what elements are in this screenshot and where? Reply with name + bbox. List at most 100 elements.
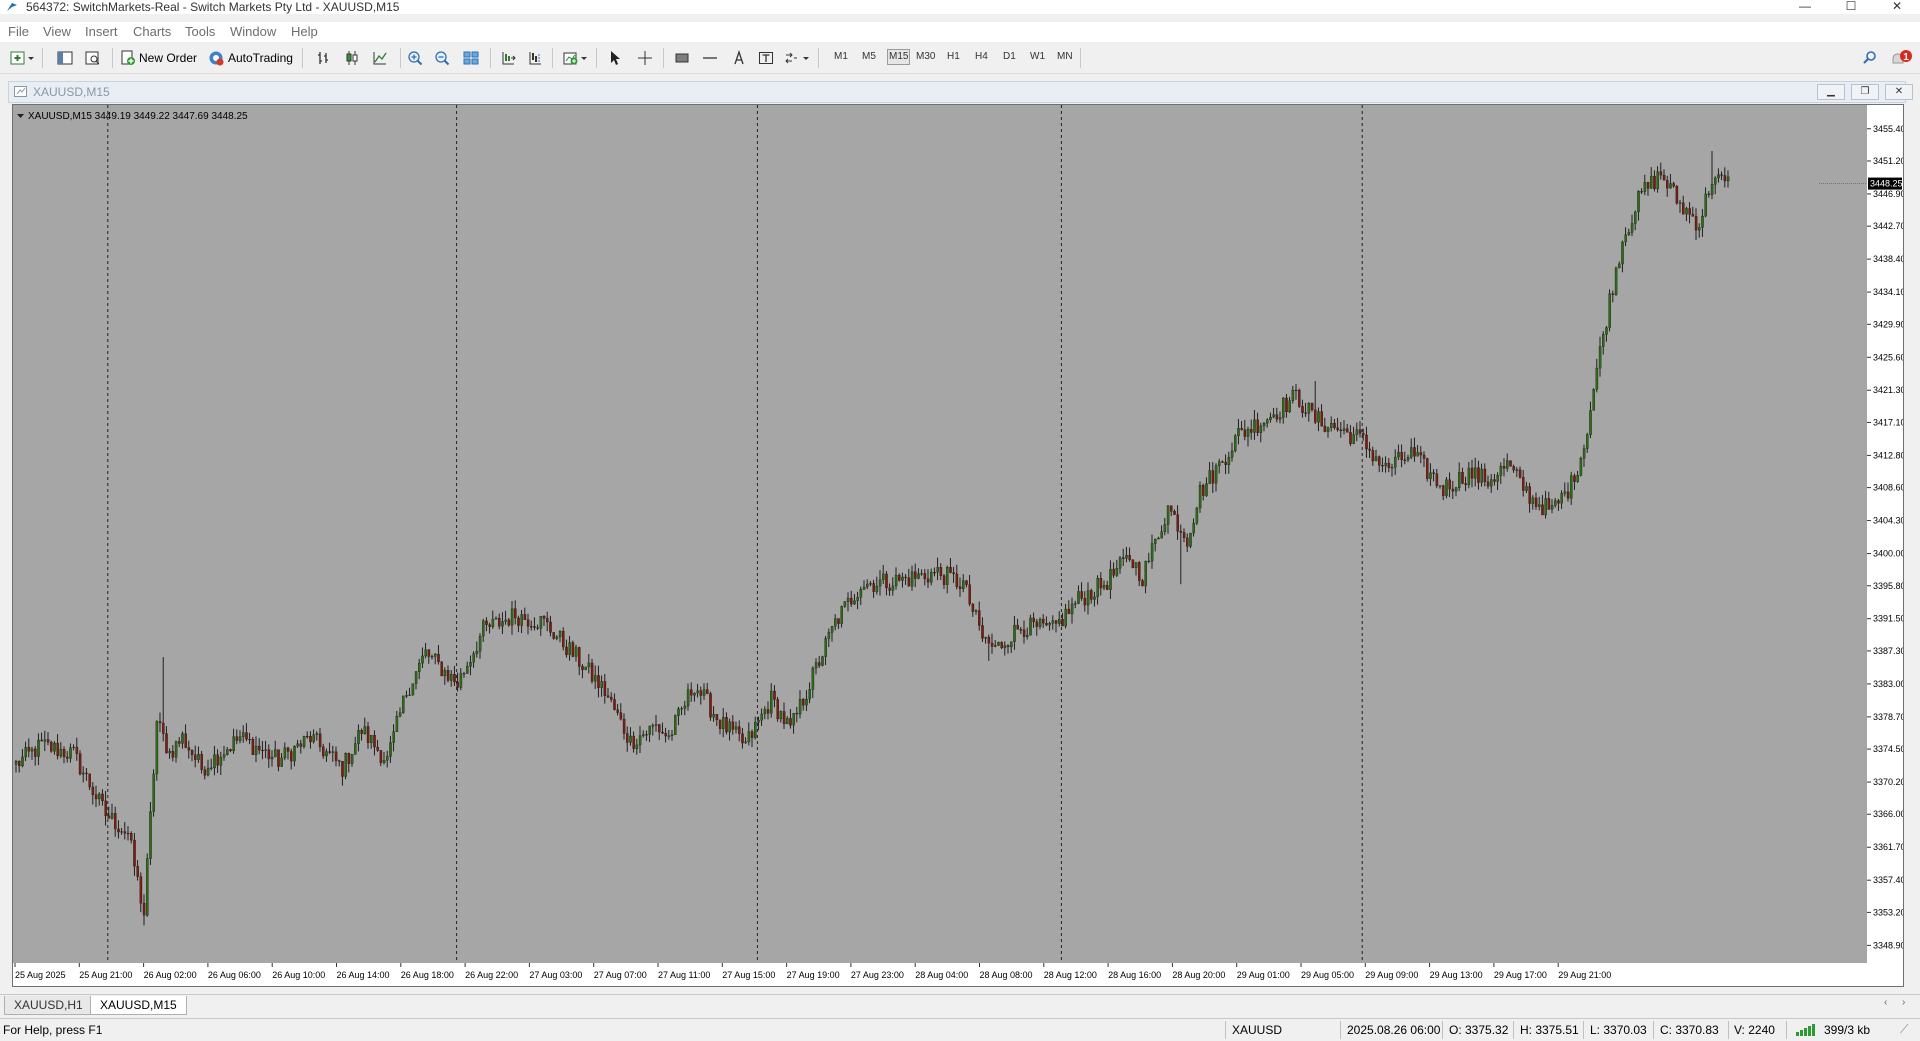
status-datetime: 2025.08.26 06:00 <box>1347 1023 1441 1037</box>
price-tick-label: 3353.20 <box>1873 907 1903 917</box>
chart-tabs: XAUUSD,H1 XAUUSD,M15 ‹ › <box>0 994 1920 1017</box>
price-tick-label: 3412.80 <box>1873 450 1903 460</box>
menu-window[interactable]: Window <box>230 24 276 39</box>
menu-insert[interactable]: Insert <box>85 24 118 39</box>
price-tick-label: 3455.40 <box>1873 124 1903 134</box>
price-tick-label: 3366.00 <box>1873 809 1903 819</box>
status-help-text: For Help, press F1 <box>3 1023 103 1037</box>
candle <box>1189 532 1192 549</box>
menu-charts[interactable]: Charts <box>133 24 171 39</box>
price-tick-label: 3434.10 <box>1873 287 1903 297</box>
tile-windows-button[interactable] <box>463 49 479 67</box>
status-bar: For Help, press F1 XAUUSD 2025.08.26 06:… <box>0 1018 1920 1041</box>
timeframe-m5[interactable]: M5 <box>862 51 876 62</box>
horizontal-line-button[interactable] <box>702 49 718 67</box>
minimize-button[interactable]: — <box>1782 0 1828 14</box>
candle <box>1234 433 1237 453</box>
time-tick-label: 29 Aug 17:00 <box>1494 970 1547 980</box>
new-chart-icon <box>10 51 34 65</box>
new-order-icon <box>121 50 135 65</box>
navigator-button[interactable] <box>84 49 102 67</box>
timeframe-w1[interactable]: W1 <box>1030 51 1045 62</box>
menu-help[interactable]: Help <box>291 24 318 39</box>
new-chart-button[interactable] <box>10 49 36 67</box>
autotrading-button[interactable]: AutoTrading <box>207 49 293 67</box>
timeframe-mn[interactable]: MN <box>1057 51 1073 62</box>
candle <box>1131 559 1135 569</box>
candle <box>411 683 415 696</box>
indicators-button[interactable] <box>563 49 589 67</box>
price-tick-label: 3370.20 <box>1873 777 1903 787</box>
bar-chart-icon <box>318 52 328 64</box>
price-chart[interactable]: 3455.40 3451.20 3446.90 3442.70 3438.40 3434.… <box>12 104 1904 987</box>
new-order-button[interactable]: New Order <box>120 49 197 67</box>
timeframe-m30[interactable]: M30 <box>916 51 935 62</box>
candle <box>1195 506 1199 526</box>
market-watch-button[interactable] <box>56 49 74 67</box>
arrows-icon <box>785 52 809 64</box>
price-tick-label: 3383.00 <box>1873 679 1903 689</box>
chart-canvas[interactable]: 3455.40 3451.20 3446.90 3442.70 3438.40 3434.… <box>13 105 1903 986</box>
cursor-tool-button[interactable] <box>607 49 623 67</box>
auto-scroll-button[interactable] <box>500 49 516 67</box>
menu-file[interactable]: File <box>8 24 29 39</box>
status-open: O: 3375.32 <box>1449 1023 1509 1037</box>
timeframe-d1[interactable]: D1 <box>1003 51 1016 62</box>
menu-bar: File View Insert Charts Tools Window Hel… <box>0 22 1920 42</box>
candle <box>1579 456 1583 477</box>
time-tick-label: 29 Aug 21:00 <box>1558 970 1611 980</box>
toolbar: New Order AutoTrading M1 M5 M15 M30 H1 H… <box>0 43 1920 74</box>
timeframe-h1[interactable]: H1 <box>947 51 960 62</box>
candle <box>552 632 555 640</box>
status-low: L: 3370.03 <box>1590 1023 1647 1037</box>
time-tick-label: 28 Aug 08:00 <box>980 970 1033 980</box>
timeframe-m15[interactable]: M15 <box>887 49 911 65</box>
chart-window-titlebar: XAUUSD,M15 ▁ ❐ ✕ <box>8 81 1913 103</box>
chart-restore-button[interactable]: ❐ <box>1851 84 1879 100</box>
candle <box>78 750 82 776</box>
resize-grip-icon[interactable]: ⟋ <box>1900 1022 1908 1037</box>
price-axis <box>1867 105 1903 963</box>
crosshair-tool-button[interactable] <box>637 49 653 67</box>
price-tick-label: 3387.30 <box>1873 646 1903 656</box>
zoom-in-button[interactable] <box>407 49 423 67</box>
text-tool-button[interactable] <box>731 49 747 67</box>
menu-tools[interactable]: Tools <box>185 24 215 39</box>
window-title: 564372: SwitchMarkets-Real - Switch Mark… <box>26 0 400 14</box>
price-tick-label: 3446.90 <box>1873 189 1903 199</box>
tab-xauusd-m15[interactable]: XAUUSD,M15 <box>90 996 187 1015</box>
tab-xauusd-h1[interactable]: XAUUSD,H1 <box>4 996 93 1015</box>
time-tick-label: 26 Aug 10:00 <box>272 970 325 980</box>
chart-minimize-button[interactable]: ▁ <box>1817 84 1845 100</box>
text-label-button[interactable] <box>758 49 774 67</box>
line-chart-button[interactable] <box>372 49 388 67</box>
tab-scroll-left-icon[interactable]: ‹ <box>1884 997 1887 1008</box>
search-button[interactable] <box>1862 49 1878 67</box>
timeframe-m1[interactable]: M1 <box>834 51 848 62</box>
search-icon <box>1863 51 1876 64</box>
candle <box>776 696 779 722</box>
candle <box>1298 388 1301 408</box>
zoom-out-button[interactable] <box>434 49 450 67</box>
close-button[interactable]: ✕ <box>1874 0 1920 14</box>
timeframe-h4[interactable]: H4 <box>975 51 988 62</box>
rectangle-tool-button[interactable] <box>674 49 690 67</box>
bar-chart-button[interactable] <box>316 49 332 67</box>
menu-view[interactable]: View <box>43 24 71 39</box>
chart-info-line: XAUUSD,M15 3449.19 3449.22 3447.69 3448.… <box>28 111 248 122</box>
candle <box>674 714 677 735</box>
chart-plot-area[interactable] <box>13 105 1867 963</box>
notifications-button[interactable]: 1 <box>1890 49 1914 67</box>
tab-scroll-right-icon[interactable]: › <box>1902 997 1905 1008</box>
arrows-tool-button[interactable] <box>784 49 812 67</box>
notification-bell-icon: 1 <box>1892 50 1912 64</box>
status-high: H: 3375.51 <box>1520 1023 1579 1037</box>
text-label-icon <box>759 52 773 64</box>
candle <box>1614 266 1618 296</box>
chart-close-button[interactable]: ✕ <box>1885 84 1913 100</box>
candle-chart-button[interactable] <box>344 49 360 67</box>
chart-shift-button[interactable] <box>527 49 543 67</box>
new-order-label: New Order <box>139 51 198 65</box>
price-tick-label: 3429.90 <box>1873 319 1903 329</box>
maximize-button[interactable]: ☐ <box>1828 0 1874 14</box>
